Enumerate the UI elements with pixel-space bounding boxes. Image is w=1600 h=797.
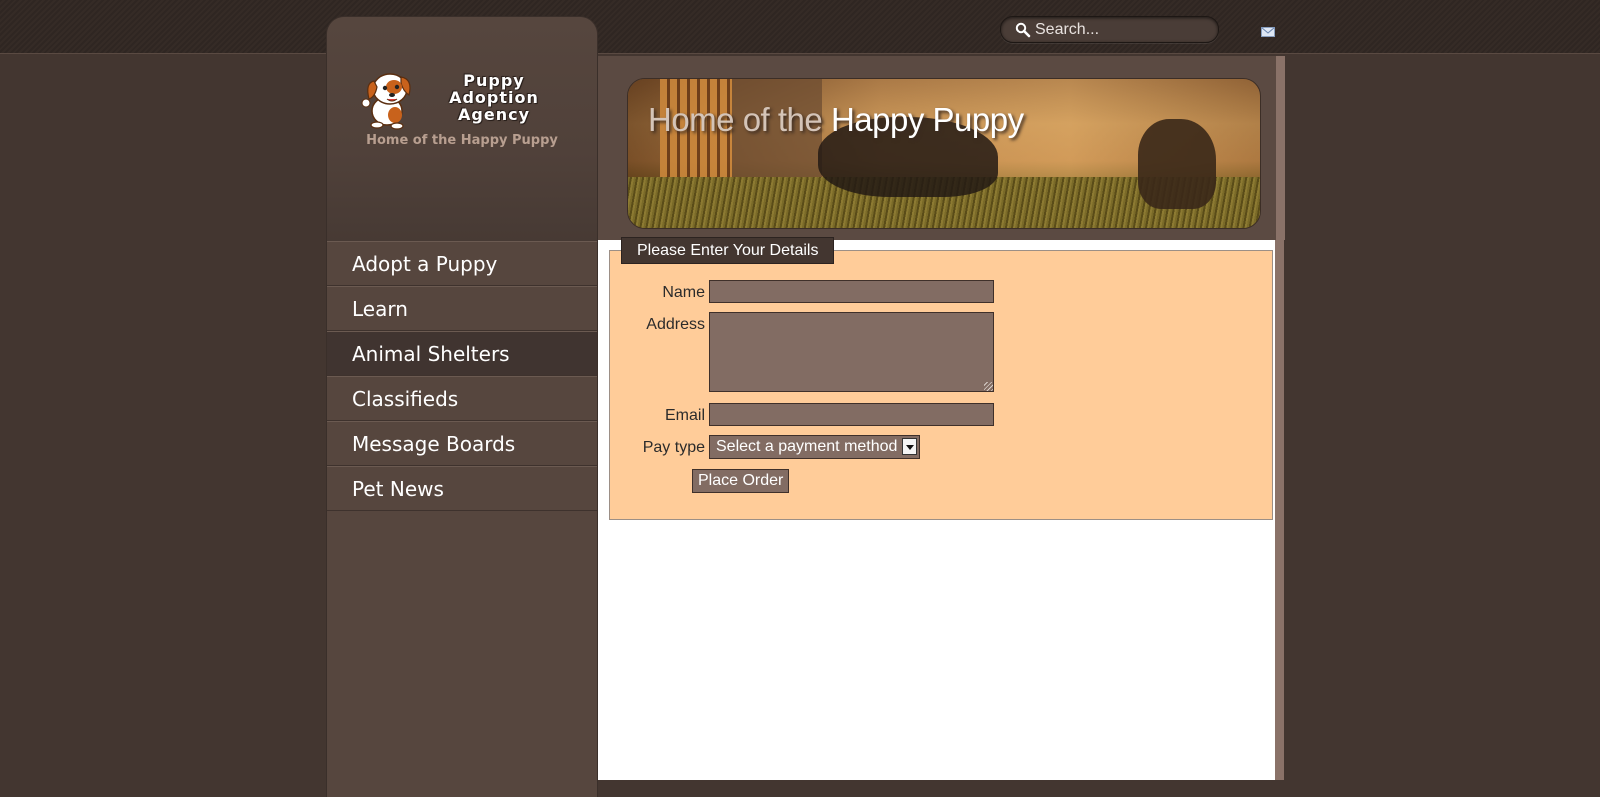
banner-title-prefix: Home of the [648,101,823,138]
search-box[interactable] [1000,16,1219,43]
nav-item-classifieds[interactable]: Classifieds [327,376,597,421]
nav-item-animal-shelters[interactable]: Animal Shelters [327,331,597,376]
content-rim [1275,240,1284,780]
nav-item-pet-news[interactable]: Pet News [327,466,597,511]
chevron-down-icon[interactable] [902,438,917,455]
brand-area: Puppy Adoption Agency Home of the Happy … [327,17,597,241]
name-label: Name [662,284,705,301]
email-label: Email [664,407,705,424]
email-field[interactable] [709,403,994,426]
main-nav: Adopt a Puppy Learn Animal Shelters Clas… [327,241,597,511]
banner-title-highlight: Happy Puppy [830,101,1024,138]
sidebar: Puppy Adoption Agency Home of the Happy … [326,16,598,797]
top-bar [0,0,1600,54]
nav-item-message-boards[interactable]: Message Boards [327,421,597,466]
nav-item-learn[interactable]: Learn [327,286,597,331]
brand-name-line1: Puppy [463,71,525,90]
hero-banner: Home of the Happy Puppy [627,78,1261,229]
mail-icon[interactable] [1261,27,1275,37]
brand-name-line3: Agency [458,105,530,124]
brand-name-line2: Adoption [449,88,539,107]
search-input[interactable] [1035,20,1205,40]
search-icon[interactable] [1015,22,1031,38]
paytype-selected-value: Select a payment method [716,438,898,455]
puppy-logo[interactable] [357,67,421,131]
brand-tagline: Home of the Happy Puppy [366,133,558,148]
details-legend: Please Enter Your Details [621,237,835,264]
brand-name: Puppy Adoption Agency [439,72,549,123]
header-rim [1276,56,1285,240]
address-field[interactable] [709,312,994,392]
banner-title: Home of the Happy Puppy [648,101,1024,139]
address-label: Address [646,316,705,333]
nav-item-adopt-a-puppy[interactable]: Adopt a Puppy [327,241,597,286]
details-fieldset: Please Enter Your Details Name Address E… [609,237,1273,520]
content-area: Please Enter Your Details Name Address E… [597,237,1276,780]
place-order-button[interactable]: Place Order [692,469,790,493]
paytype-label: Pay type [642,439,705,456]
paytype-select[interactable]: Select a payment method [709,435,920,459]
banner-dog-right [1138,119,1216,209]
name-field[interactable] [709,280,994,303]
header: Home of the Happy Puppy [597,56,1285,240]
